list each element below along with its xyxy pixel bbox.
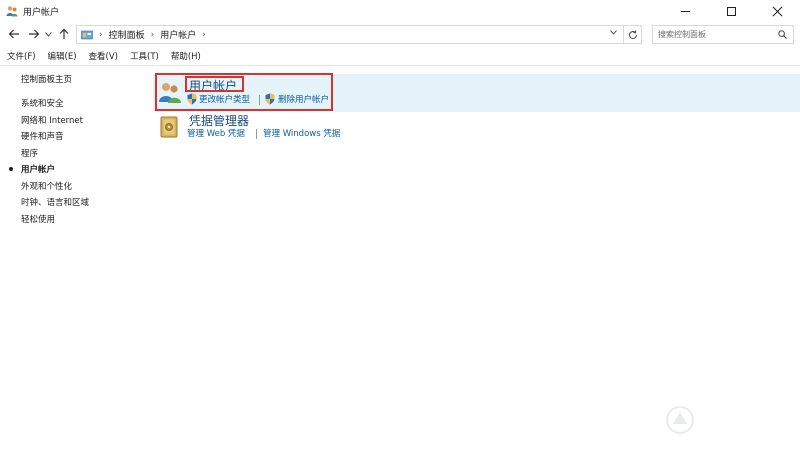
menu-edit[interactable]: 编辑(E) xyxy=(48,50,77,62)
nav-network-internet[interactable]: 网络和 Internet xyxy=(21,114,83,126)
link-manage-windows-credentials[interactable]: 管理 Windows 凭据 xyxy=(263,127,340,139)
arrow-right-icon xyxy=(29,29,40,39)
close-icon xyxy=(772,6,783,17)
address-field[interactable]: › 控制面板 › 用户帐户 › xyxy=(76,25,642,44)
refresh-icon xyxy=(628,30,637,39)
window-title: 用户帐户 xyxy=(23,7,60,18)
minimize-icon xyxy=(680,10,690,12)
search-icon[interactable] xyxy=(778,30,787,39)
active-bullet-icon xyxy=(9,167,13,171)
maximize-button[interactable] xyxy=(708,0,754,22)
nav-hardware-sound[interactable]: 硬件和声音 xyxy=(21,130,64,142)
up-button[interactable] xyxy=(56,25,72,43)
breadcrumb-separator: › xyxy=(99,29,103,40)
link-manage-web-credentials[interactable]: 管理 Web 凭据 xyxy=(187,127,245,139)
annotation-box-title xyxy=(185,76,244,92)
minimize-button[interactable] xyxy=(662,0,708,22)
breadcrumb-user-accounts[interactable]: 用户帐户 xyxy=(160,28,196,41)
menu-help[interactable]: 帮助(H) xyxy=(171,50,201,62)
chevron-down-icon xyxy=(44,31,52,37)
search-input[interactable] xyxy=(658,30,776,39)
menu-view[interactable]: 查看(V) xyxy=(89,50,118,62)
breadcrumb-control-panel[interactable]: 控制面板 xyxy=(109,28,145,41)
nav-programs[interactable]: 程序 xyxy=(21,147,38,159)
recent-locations-button[interactable] xyxy=(43,25,53,43)
nav-control-panel-home[interactable]: 控制面板主页 xyxy=(21,73,72,85)
watermark-icon xyxy=(666,406,694,434)
forward-button[interactable] xyxy=(26,25,42,43)
address-dropdown-button[interactable] xyxy=(610,29,617,37)
nav-appearance[interactable]: 外观和个性化 xyxy=(21,180,72,192)
link-separator xyxy=(256,129,257,139)
users-icon xyxy=(6,5,18,17)
nav-user-accounts[interactable]: 用户帐户 xyxy=(21,163,55,175)
chevron-down-icon xyxy=(610,30,617,35)
arrow-up-icon xyxy=(59,28,69,39)
arrow-left-icon xyxy=(8,29,19,39)
annotation-box xyxy=(155,73,333,111)
menu-tools[interactable]: 工具(T) xyxy=(130,50,159,62)
menu-bar: 文件(F) 编辑(E) 查看(V) 工具(T) 帮助(H) xyxy=(0,47,800,65)
credential-vault-icon xyxy=(158,115,180,142)
breadcrumb-separator: › xyxy=(202,29,206,40)
nav-system-security[interactable]: 系统和安全 xyxy=(21,97,64,109)
back-button[interactable] xyxy=(6,25,22,43)
nav-clock-language-region[interactable]: 时钟、语言和区域 xyxy=(21,196,89,208)
address-bar-row: › 控制面板 › 用户帐户 › xyxy=(0,22,800,46)
search-box[interactable] xyxy=(652,25,794,44)
nav-ease-of-access[interactable]: 轻松使用 xyxy=(21,213,55,225)
menu-divider xyxy=(0,65,800,66)
refresh-button[interactable] xyxy=(623,25,641,44)
control-panel-icon xyxy=(81,29,93,40)
maximize-icon xyxy=(726,6,736,16)
menu-file[interactable]: 文件(F) xyxy=(7,50,36,62)
watermark-logo xyxy=(664,404,794,444)
close-button[interactable] xyxy=(754,0,800,22)
breadcrumb-separator: › xyxy=(150,29,155,40)
